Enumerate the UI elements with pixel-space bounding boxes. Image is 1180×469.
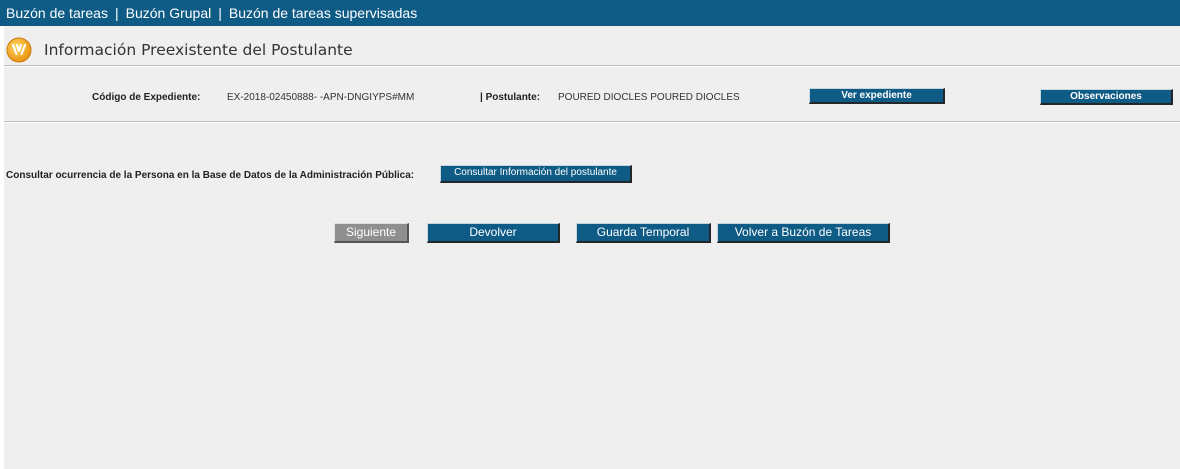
- consultar-postulante-button[interactable]: Consultar Información del postulante: [440, 165, 632, 183]
- volver-buzon-button[interactable]: Volver a Buzón de Tareas: [717, 223, 890, 243]
- expediente-value: EX-2018-02450888- -APN-DNGIYPS#MM: [227, 92, 415, 103]
- nav-link-buzon-supervisadas[interactable]: Buzón de tareas supervisadas: [229, 5, 417, 21]
- tramite-logo-icon: [6, 37, 32, 63]
- siguiente-button[interactable]: Siguiente: [334, 223, 409, 243]
- ver-expediente-button[interactable]: Ver expediente: [809, 88, 945, 104]
- consulta-label: Consultar ocurrencia de la Persona en la…: [6, 170, 415, 181]
- page-header: Información Preexistente del Postulante: [4, 36, 353, 64]
- nav-link-buzon-de-tareas[interactable]: Buzón de tareas: [6, 5, 108, 21]
- postulante-label: | Postulante:: [480, 92, 541, 103]
- nav-separator: |: [114, 5, 119, 21]
- devolver-button[interactable]: Devolver: [427, 223, 560, 243]
- info-divider: [4, 121, 1180, 123]
- nav-separator: |: [218, 5, 222, 21]
- main-content: Información Preexistente del Postulante …: [4, 26, 1180, 469]
- header-divider: [4, 65, 1180, 67]
- nav-link-buzon-grupal[interactable]: Buzón Grupal: [126, 5, 212, 21]
- observaciones-button[interactable]: Observaciones: [1040, 89, 1173, 105]
- expediente-label: Código de Expediente:: [92, 92, 201, 103]
- postulante-value: POURED DIOCLES POURED DIOCLES: [558, 92, 740, 103]
- page-title: Información Preexistente del Postulante: [44, 41, 353, 59]
- guarda-temporal-button[interactable]: Guarda Temporal: [576, 223, 711, 243]
- top-navigation-bar: Buzón de tareas | Buzón Grupal | Buzón de ta…: [0, 0, 1180, 26]
